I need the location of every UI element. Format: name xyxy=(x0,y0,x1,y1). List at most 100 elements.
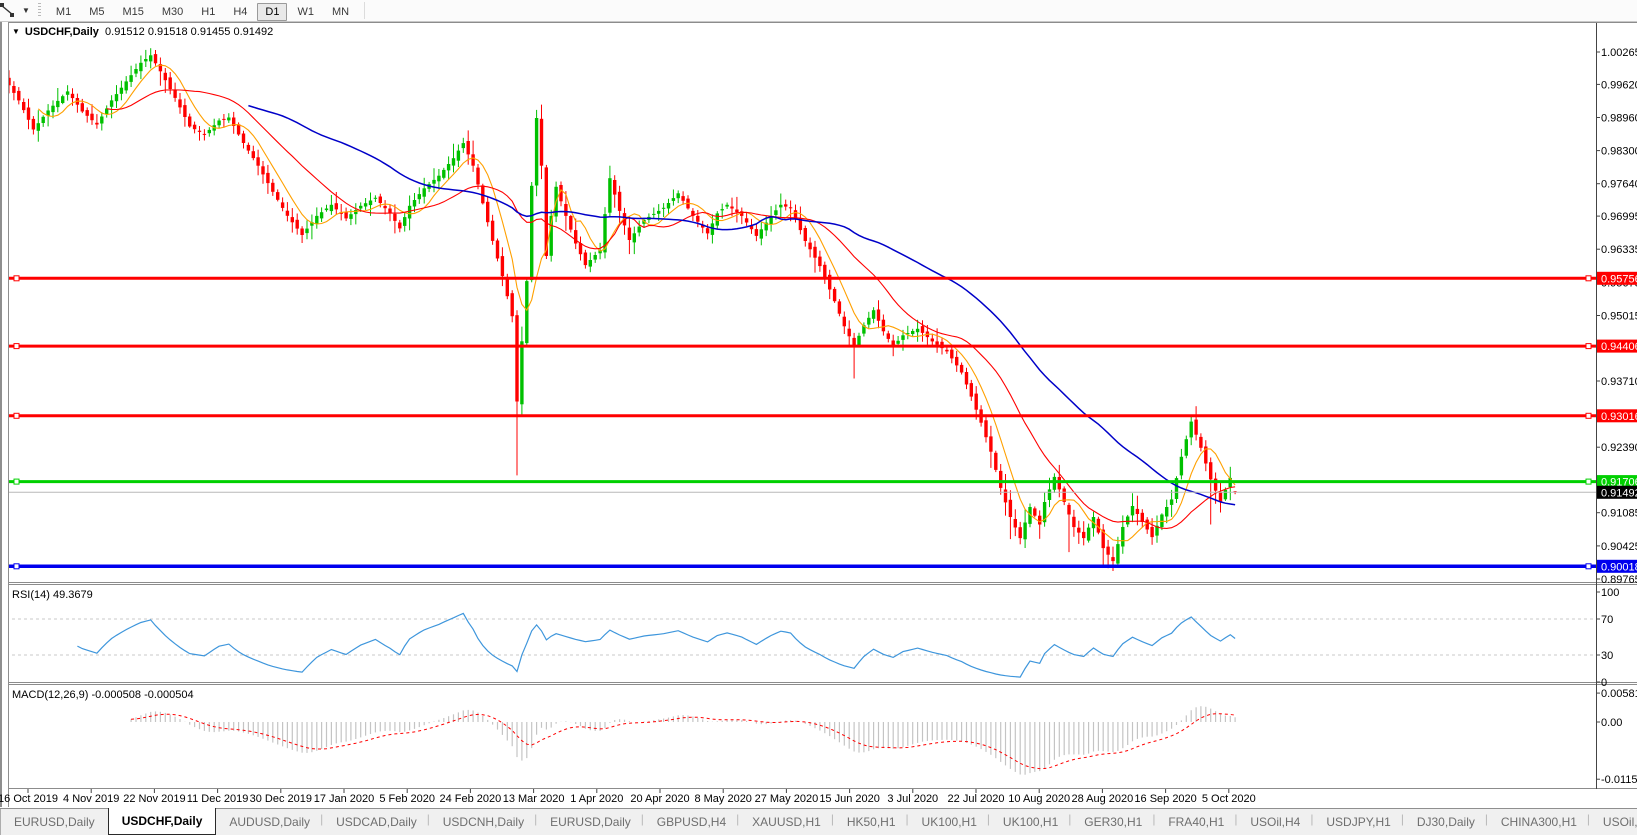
tab-china300-h1[interactable]: CHINA300,H1 xyxy=(1485,809,1590,835)
date-tick-label: 15 Jun 2020 xyxy=(819,793,880,805)
svg-text:100: 100 xyxy=(1601,587,1619,599)
date-tick-label: 30 Dec 2019 xyxy=(249,793,312,805)
svg-text:0.93710: 0.93710 xyxy=(1601,376,1637,388)
timeframe-toolbar: ▼ M1 M5 M15 M30 H1 H4 D1 W1 MN xyxy=(0,0,1637,22)
timeframe-button-m1[interactable]: M1 xyxy=(48,3,79,21)
hline-resistance-0.94406[interactable]: 0.94406 xyxy=(0,339,1637,354)
chart-collapse-icon[interactable]: ▼ xyxy=(12,27,20,36)
svg-text:0.98960: 0.98960 xyxy=(1601,113,1637,125)
ma-medium-line xyxy=(106,89,1236,529)
chart-title-ohlc: 0.91512 0.91518 0.91455 0.91492 xyxy=(105,26,274,38)
date-tick-label: 8 May 2020 xyxy=(694,793,752,805)
tab-audusd-daily[interactable]: AUDUSD,Daily xyxy=(216,809,323,835)
svg-text:0.92390: 0.92390 xyxy=(1601,442,1637,454)
mt4-terminal: { "toolbar": { "timeframes": ["M1","M5",… xyxy=(0,0,1637,835)
toolbar-separator xyxy=(364,2,366,19)
hline-support-0.90018[interactable]: 0.90018 xyxy=(0,559,1637,574)
svg-text:0.91085: 0.91085 xyxy=(1601,508,1637,520)
svg-text:1.00265: 1.00265 xyxy=(1601,47,1637,59)
date-tick-label: 16 Oct 2019 xyxy=(0,793,58,805)
svg-text:0.97640: 0.97640 xyxy=(1601,179,1637,191)
tab-usdcad-daily[interactable]: USDCAD,Daily xyxy=(320,809,430,835)
hline-resistance-0.93016[interactable]: 0.93016 xyxy=(0,409,1637,423)
tab-usdchf-daily[interactable]: USDCHF,Daily xyxy=(107,808,217,835)
tab-eurusd-daily[interactable]: EURUSD,Daily xyxy=(1,809,108,835)
tab-hk50-h1[interactable]: HK50,H1 xyxy=(831,809,909,835)
svg-text:0.90425: 0.90425 xyxy=(1601,541,1637,553)
tab-fra40-h1[interactable]: FRA40,H1 xyxy=(1152,809,1237,835)
tab-dj30-daily[interactable]: DJ30,Daily xyxy=(1401,809,1488,835)
tab-uk100-h1[interactable]: UK100,H1 xyxy=(906,809,990,835)
date-tick-label: 27 May 2020 xyxy=(754,793,819,805)
tab-usdcnh-daily[interactable]: USDCNH,Daily xyxy=(427,809,537,835)
date-tick-label: 5 Feb 2020 xyxy=(379,793,436,805)
svg-text:70: 70 xyxy=(1601,614,1613,626)
timeframe-button-mn[interactable]: MN xyxy=(324,3,357,21)
svg-text:0.95756: 0.95756 xyxy=(1601,273,1637,285)
date-tick-label: 22 Jul 2020 xyxy=(947,793,1005,805)
date-tick-label: 17 Jan 2020 xyxy=(313,793,375,805)
tab-uk100-h1[interactable]: UK100,H1 xyxy=(987,809,1071,835)
chart-title-symbol: USDCHF,Daily xyxy=(24,26,99,38)
date-tick-label: 16 Sep 2020 xyxy=(1134,793,1197,805)
timeframe-button-m5[interactable]: M5 xyxy=(81,3,112,21)
tab-usdjpy-h1[interactable]: USDJPY,H1 xyxy=(1310,809,1403,835)
date-tick-label: 1 Apr 2020 xyxy=(570,793,624,805)
ma-slow-line xyxy=(248,104,1236,506)
timeframe-button-w1[interactable]: W1 xyxy=(289,3,322,21)
timeframe-button-m15[interactable]: M15 xyxy=(114,3,151,21)
price-axis[interactable]: 1.00265 0.99620 0.98960 0.98300 0.97640 0.969… xyxy=(1596,47,1637,586)
tab-eurusd-daily[interactable]: EURUSD,Daily xyxy=(534,809,644,835)
date-tick-label: 5 Oct 2020 xyxy=(1201,793,1256,805)
date-tick-label: 20 Apr 2020 xyxy=(630,793,690,805)
date-tick-label: 4 Nov 2019 xyxy=(63,793,120,805)
timeframe-button-h1[interactable]: H1 xyxy=(193,3,223,21)
hline-level-0.91706[interactable]: 0.91706 xyxy=(0,475,1637,489)
tab-usoil-h1[interactable]: USOil,H1 xyxy=(1587,809,1637,835)
line-tool-icon[interactable] xyxy=(0,2,19,20)
hline-resistance-0.95756[interactable]: 0.95756 xyxy=(0,271,1637,286)
tab-ger30-h1[interactable]: GER30,H1 xyxy=(1068,809,1155,835)
tab-xauusd-h1[interactable]: XAUUSD,H1 xyxy=(736,809,834,835)
date-tick-label: 3 Jul 2020 xyxy=(887,793,939,805)
macd-histogram xyxy=(130,706,1236,775)
toolbar-grip xyxy=(37,3,41,18)
chart-tab-bar: EURUSD,DailyUSDCHF,DailyAUDUSD,DailyUSDC… xyxy=(0,808,1637,835)
timeframe-button-d1[interactable]: D1 xyxy=(257,2,288,21)
date-tick-label: 28 Aug 2020 xyxy=(1071,793,1134,805)
svg-text:0.99620: 0.99620 xyxy=(1601,79,1637,91)
timeframe-button-h4[interactable]: H4 xyxy=(225,3,255,21)
line-tool-dropdown-icon[interactable]: ▼ xyxy=(22,6,30,15)
date-tick-label: 11 Dec 2019 xyxy=(186,793,249,805)
date-tick-label: 10 Aug 2020 xyxy=(1008,793,1071,805)
svg-text:0.98300: 0.98300 xyxy=(1601,146,1637,158)
svg-text:0.00: 0.00 xyxy=(1601,717,1622,729)
rsi-label: RSI(14) 49.3679 xyxy=(12,589,93,601)
svg-text:0.95015: 0.95015 xyxy=(1601,311,1637,323)
svg-text:0.91492: 0.91492 xyxy=(1601,487,1637,499)
timeframe-button-m30[interactable]: M30 xyxy=(154,3,191,21)
macd-panel[interactable]: 0.005818 0.00 -0.011510 xyxy=(130,688,1637,786)
date-tick-label: 24 Feb 2020 xyxy=(439,793,502,805)
rsi-axis: 10070300 xyxy=(1596,587,1619,689)
macd-label: MACD(12,26,9) -0.000508 -0.000504 xyxy=(12,689,194,701)
svg-text:0.96335: 0.96335 xyxy=(1601,244,1637,256)
svg-text:-0.011510: -0.011510 xyxy=(1601,774,1637,786)
svg-text:0.89765: 0.89765 xyxy=(1601,574,1637,586)
chart-window-left-frame xyxy=(0,22,9,807)
date-tick-label: 22 Nov 2019 xyxy=(123,793,186,805)
rsi-panel[interactable]: 10070300 xyxy=(0,587,1619,689)
svg-text:30: 30 xyxy=(1601,650,1613,662)
svg-text:0.94406: 0.94406 xyxy=(1601,341,1637,353)
main-price-chart[interactable]: 1.00265 0.99620 0.98960 0.98300 0.97640 0.969… xyxy=(0,0,1637,834)
tab-gbpusd-h4[interactable]: GBPUSD,H4 xyxy=(641,809,739,835)
rsi-line xyxy=(77,612,1236,678)
tab-usoil-h4[interactable]: USOil,H4 xyxy=(1234,809,1313,835)
timeframe-buttons: M1 M5 M15 M30 H1 H4 D1 W1 MN xyxy=(47,2,358,21)
date-axis[interactable]: 16 Oct 2019 4 Nov 2019 22 Nov 2019 11 Dec 2… xyxy=(0,793,1637,807)
svg-text:0.93016: 0.93016 xyxy=(1601,411,1637,423)
macd-axis: 0.005818 0.00 -0.011510 xyxy=(1596,688,1637,786)
current-price-box: 0.91492 xyxy=(1597,485,1637,499)
svg-text:0.005818: 0.005818 xyxy=(1601,688,1637,700)
svg-text:0.90018: 0.90018 xyxy=(1601,561,1637,573)
